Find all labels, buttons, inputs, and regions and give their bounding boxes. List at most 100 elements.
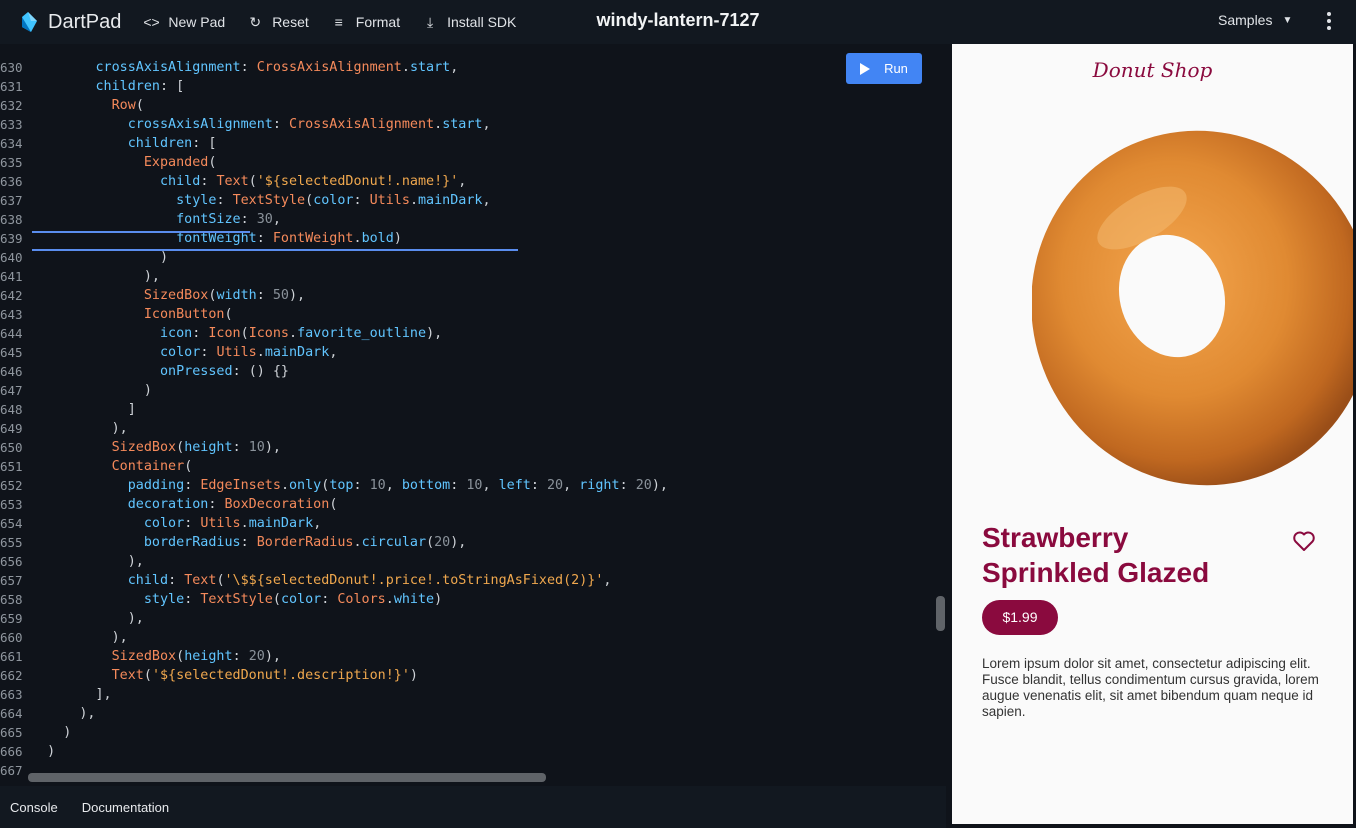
code-line[interactable]: 637 style: TextStyle(color: Utils.mainDa… xyxy=(0,191,946,210)
code-line[interactable]: 641 ), xyxy=(0,267,946,286)
code-text: ), xyxy=(111,630,128,645)
new-pad-label: New Pad xyxy=(168,14,226,30)
code-text: SizedBox(height: 10), xyxy=(111,440,281,455)
tab-console[interactable]: Console xyxy=(10,800,58,815)
code-line[interactable]: 650 SizedBox(height: 10), xyxy=(0,438,946,457)
code-line[interactable]: 646 onPressed: () {} xyxy=(0,362,946,381)
line-number: 667 xyxy=(0,763,23,778)
code-line[interactable]: 654 color: Utils.mainDark, xyxy=(0,514,946,533)
chevron-down-icon: ▼ xyxy=(1282,14,1293,26)
line-number: 632 xyxy=(0,98,23,113)
code-line[interactable]: 664 ), xyxy=(0,704,946,723)
format-label: Format xyxy=(355,14,401,30)
app-name: DartPad xyxy=(48,10,122,33)
code-text: padding: EdgeInsets.only(top: 10, bottom… xyxy=(127,478,668,493)
line-number: 653 xyxy=(0,497,23,512)
install-sdk-button[interactable]: ⤓ Install SDK xyxy=(422,14,516,31)
code-text: ) xyxy=(63,725,72,740)
code-text: children: [ xyxy=(95,79,185,94)
code-line[interactable]: 638 fontSize: 30, xyxy=(0,210,946,229)
code-line[interactable]: 634 children: [ xyxy=(0,134,946,153)
run-button[interactable]: Run xyxy=(846,53,922,84)
code-line[interactable]: 647 ) xyxy=(0,381,946,400)
format-button[interactable]: ≡ Format xyxy=(331,14,400,30)
tab-documentation[interactable]: Documentation xyxy=(82,800,169,815)
code-text: SizedBox(width: 50), xyxy=(143,288,306,303)
code-line[interactable]: 660 ), xyxy=(0,628,946,647)
code-line[interactable]: 630 crossAxisAlignment: CrossAxisAlignme… xyxy=(0,58,946,77)
line-number: 638 xyxy=(0,212,23,227)
code-text: borderRadius: BorderRadius.circular(20), xyxy=(143,535,467,550)
line-number: 639 xyxy=(0,231,23,246)
line-number: 663 xyxy=(0,687,23,702)
code-line[interactable]: 662 Text('${selectedDonut!.description!}… xyxy=(0,666,946,685)
line-number: 635 xyxy=(0,155,23,170)
code-text: color: Utils.mainDark, xyxy=(160,345,338,360)
line-number: 643 xyxy=(0,307,23,322)
code-text: child: Text('${selectedDonut!.name!}', xyxy=(160,174,467,189)
new-pad-button[interactable]: <> New Pad xyxy=(143,14,225,30)
code-line[interactable]: 666 ) xyxy=(0,742,946,761)
code-text: color: Utils.mainDark, xyxy=(143,516,322,531)
line-number: 654 xyxy=(0,516,23,531)
code-line[interactable]: 661 SizedBox(height: 20), xyxy=(0,647,946,666)
code-text: style: TextStyle(color: Colors.white) xyxy=(143,592,443,607)
code-line[interactable]: 653 decoration: BoxDecoration( xyxy=(0,495,946,514)
code-line[interactable]: 635 Expanded( xyxy=(0,153,946,172)
line-number: 636 xyxy=(0,174,23,189)
line-number: 646 xyxy=(0,364,23,379)
code-line[interactable]: 642 SizedBox(width: 50), xyxy=(0,286,946,305)
line-number: 659 xyxy=(0,611,23,626)
app-preview: Donut Shop Strawberry Sprinkled Glazed $… xyxy=(952,44,1353,824)
code-text: IconButton( xyxy=(143,307,233,322)
code-line[interactable]: 645 color: Utils.mainDark, xyxy=(0,343,946,362)
code-line[interactable]: 652 padding: EdgeInsets.only(top: 10, bo… xyxy=(0,476,946,495)
bottom-panel-tabs: Console Documentation xyxy=(0,786,946,828)
line-number: 652 xyxy=(0,478,23,493)
samples-dropdown[interactable]: Samples ▼ xyxy=(1218,12,1292,28)
download-icon: ⤓ xyxy=(427,13,434,30)
code-line[interactable]: 643 IconButton( xyxy=(0,305,946,324)
code-text: Container( xyxy=(111,459,193,474)
code-line[interactable]: 649 ), xyxy=(0,419,946,438)
code-text: style: TextStyle(color: Utils.mainDark, xyxy=(176,193,491,208)
line-number: 664 xyxy=(0,706,23,721)
dartpad-logo[interactable]: DartPad xyxy=(18,11,121,34)
line-number: 645 xyxy=(0,345,23,360)
code-line[interactable]: 636 child: Text('${selectedDonut!.name!}… xyxy=(0,172,946,191)
code-line[interactable]: 655 borderRadius: BorderRadius.circular(… xyxy=(0,533,946,552)
code-line[interactable]: 644 icon: Icon(Icons.favorite_outline), xyxy=(0,324,946,343)
line-number: 656 xyxy=(0,554,23,569)
samples-label: Samples xyxy=(1218,12,1273,28)
horizontal-scrollbar[interactable] xyxy=(28,773,546,782)
code-text: child: Text('\$${selectedDonut!.price!.t… xyxy=(127,573,612,588)
vertical-scrollbar[interactable] xyxy=(936,596,945,631)
code-line[interactable]: 648 ] xyxy=(0,400,946,419)
reset-button[interactable]: ↻ Reset xyxy=(247,14,309,31)
code-text: fontSize: 30, xyxy=(176,212,281,227)
code-line[interactable]: 665 ) xyxy=(0,723,946,742)
code-icon: <> xyxy=(143,14,160,30)
code-line[interactable]: 631 children: [ xyxy=(0,77,946,96)
code-line[interactable]: 632 Row( xyxy=(0,96,946,115)
favorite-outline-icon[interactable] xyxy=(1292,530,1316,552)
line-number: 647 xyxy=(0,383,23,398)
code-text: crossAxisAlignment: CrossAxisAlignment.s… xyxy=(95,60,459,75)
reset-label: Reset xyxy=(272,14,309,30)
code-line[interactable]: 659 ), xyxy=(0,609,946,628)
more-menu-icon[interactable] xyxy=(1322,8,1336,34)
code-line[interactable]: 657 child: Text('\$${selectedDonut!.pric… xyxy=(0,571,946,590)
line-number: 637 xyxy=(0,193,23,208)
code-line[interactable]: 663 ], xyxy=(0,685,946,704)
code-line[interactable]: 633 crossAxisAlignment: CrossAxisAlignme… xyxy=(0,115,946,134)
code-text: ), xyxy=(79,706,96,721)
line-number: 666 xyxy=(0,744,23,759)
error-underline xyxy=(32,249,518,251)
code-line[interactable]: 651 Container( xyxy=(0,457,946,476)
code-line[interactable]: 658 style: TextStyle(color: Colors.white… xyxy=(0,590,946,609)
code-line[interactable]: 656 ), xyxy=(0,552,946,571)
line-number: 640 xyxy=(0,250,23,265)
code-editor[interactable]: 630 crossAxisAlignment: CrossAxisAlignme… xyxy=(0,44,946,786)
line-number: 633 xyxy=(0,117,23,132)
line-number: 649 xyxy=(0,421,23,436)
